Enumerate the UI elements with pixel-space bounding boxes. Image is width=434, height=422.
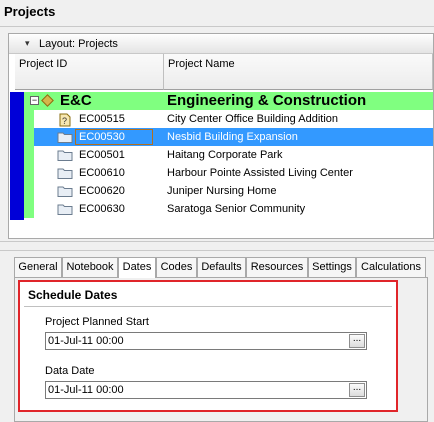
- column-header-project-id-label: Project ID: [19, 58, 68, 70]
- group-id: E&C: [60, 92, 92, 109]
- project-row[interactable]: EC00620 Juniper Nursing Home: [24, 182, 433, 200]
- tab-notebook[interactable]: Notebook: [62, 257, 118, 277]
- project-name-cell[interactable]: Juniper Nursing Home: [167, 182, 276, 200]
- group-band: [24, 200, 34, 218]
- svg-text:?: ?: [62, 116, 67, 126]
- folder-icon: [57, 167, 73, 179]
- folder-icon: [57, 185, 73, 197]
- group-band: [24, 128, 34, 146]
- title-divider: [0, 26, 434, 27]
- project-id-cell[interactable]: EC00630: [79, 200, 125, 218]
- data-date-label: Data Date: [45, 365, 95, 377]
- section-divider: [24, 306, 392, 307]
- tab-settings[interactable]: Settings: [308, 257, 356, 277]
- layout-bar[interactable]: ▾ Layout: Projects: [9, 35, 433, 54]
- grid-empty-area: [10, 220, 433, 238]
- pane-splitter[interactable]: [0, 241, 434, 251]
- folder-icon: [57, 203, 73, 215]
- planned-start-value[interactable]: 01-Jul-11 00:00: [48, 335, 124, 347]
- window-title: Projects: [4, 4, 56, 19]
- group-band: [24, 164, 34, 182]
- tab-dates[interactable]: Dates: [118, 257, 156, 278]
- tab-resources[interactable]: Resources: [246, 257, 308, 277]
- data-date-value[interactable]: 01-Jul-11 00:00: [48, 384, 124, 396]
- project-row[interactable]: EC00630 Saratoga Senior Community: [24, 200, 433, 218]
- project-name-cell[interactable]: Haitang Corporate Park: [167, 146, 283, 164]
- column-header-project-id[interactable]: Project ID: [15, 54, 164, 90]
- data-date-field[interactable]: 01-Jul-11 00:00 ...: [45, 381, 367, 399]
- collapse-icon[interactable]: −: [30, 96, 39, 105]
- wbs-level-bar: [10, 92, 24, 220]
- project-name-cell[interactable]: Harbour Pointe Assisted Living Center: [167, 164, 353, 182]
- project-row[interactable]: ? EC00515 City Center Office Building Addi…: [24, 110, 433, 128]
- group-row-ec[interactable]: − E&C Engineering & Construction: [24, 92, 433, 110]
- project-row[interactable]: EC00530 Nesbid Building Expansion: [24, 128, 433, 146]
- project-row[interactable]: EC00501 Haitang Corporate Park: [24, 146, 433, 164]
- eps-diamond-icon: [41, 94, 54, 107]
- project-name-cell[interactable]: City Center Office Building Addition: [167, 110, 338, 128]
- column-header-project-name[interactable]: Project Name: [164, 54, 433, 90]
- tab-general[interactable]: General: [14, 257, 62, 277]
- project-id-cell[interactable]: EC00610: [79, 164, 125, 182]
- tab-codes[interactable]: Codes: [156, 257, 197, 277]
- project-lock-icon: ?: [57, 113, 73, 127]
- project-id-cell[interactable]: EC00620: [79, 182, 125, 200]
- planned-start-field[interactable]: 01-Jul-11 00:00 ...: [45, 332, 367, 350]
- project-name-cell[interactable]: Saratoga Senior Community: [167, 200, 305, 218]
- project-id-cell[interactable]: EC00515: [79, 110, 125, 128]
- folder-icon: [57, 149, 73, 161]
- tab-calculations[interactable]: Calculations: [356, 257, 426, 277]
- group-band: [24, 182, 34, 200]
- section-title: Schedule Dates: [28, 288, 118, 302]
- group-name: Engineering & Construction: [167, 92, 367, 109]
- column-header-project-name-label: Project Name: [168, 58, 235, 70]
- folder-icon: [57, 131, 73, 143]
- data-date-picker-button[interactable]: ...: [349, 383, 365, 397]
- planned-start-picker-button[interactable]: ...: [349, 334, 365, 348]
- planned-start-label: Project Planned Start: [45, 316, 149, 328]
- chevron-down-icon[interactable]: ▾: [25, 38, 30, 49]
- project-id-cell[interactable]: EC00530: [75, 129, 153, 145]
- group-band: [24, 110, 34, 128]
- group-band: [24, 146, 34, 164]
- project-name-cell[interactable]: Nesbid Building Expansion: [167, 128, 298, 146]
- project-row[interactable]: EC00610 Harbour Pointe Assisted Living Ce…: [24, 164, 433, 182]
- project-id-cell[interactable]: EC00501: [79, 146, 125, 164]
- tab-defaults[interactable]: Defaults: [197, 257, 246, 277]
- layout-label: Layout: Projects: [39, 38, 118, 50]
